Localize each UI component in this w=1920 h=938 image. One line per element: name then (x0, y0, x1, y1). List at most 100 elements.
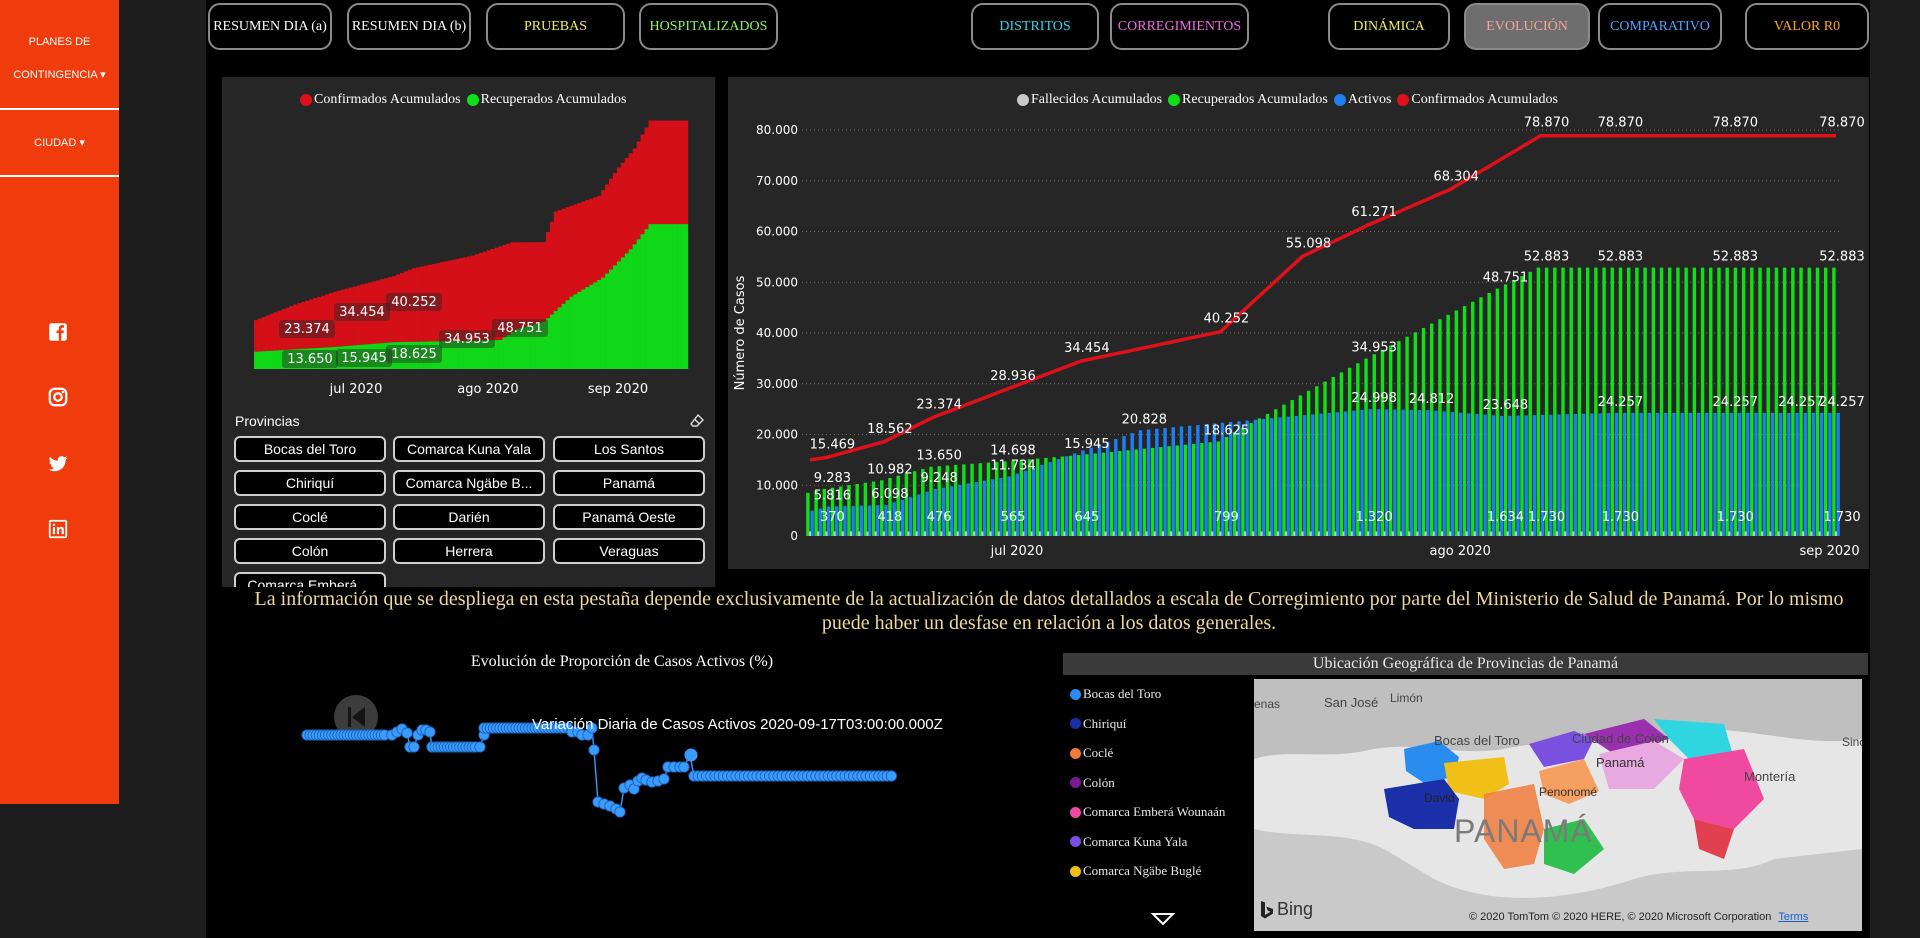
map-legend-dot (1070, 747, 1081, 759)
confirmados-bar (486, 250, 491, 341)
recuperados-bar (1257, 418, 1262, 536)
nav-button-pruebas[interactable]: PRUEBAS (486, 3, 625, 50)
recuperados-bar (636, 239, 641, 369)
confirmados-bar (514, 242, 519, 330)
nav-button-resumen-dia-b-[interactable]: RESUMEN DIA (b) (347, 3, 471, 50)
planes-contingencia-menu[interactable]: PLANES DE CONTINGENCIA ▾ (0, 26, 119, 92)
eraser-icon[interactable] (689, 413, 705, 429)
fallecidos-bar (1063, 531, 1066, 536)
recuperados-bar (896, 475, 900, 536)
fallecidos-bar (1761, 531, 1764, 536)
map-label-limon: Limón (1390, 691, 1423, 705)
provincia-button[interactable]: Darién (393, 504, 545, 530)
provincia-button[interactable]: Colón (234, 538, 386, 564)
activos-data-label: 24.257 (1778, 395, 1824, 410)
activos-data-label: 24.257 (1713, 395, 1759, 410)
provincia-button[interactable]: Herrera (393, 538, 545, 564)
ciudad-menu[interactable]: CIUDAD ▾ (0, 127, 119, 160)
nav-button-distritos[interactable]: DISTRITOS (971, 3, 1099, 50)
fallecidos-bar (1728, 531, 1731, 536)
instagram-icon[interactable] (47, 386, 69, 408)
map-copyright: © 2020 TomTom © 2020 HERE, © 2020 Micros… (1469, 911, 1809, 923)
map-legend-item[interactable]: Coclé (1070, 745, 1113, 761)
confirmados-bar (684, 120, 689, 225)
recuperados-bar (1430, 323, 1434, 536)
sidebar: PLANES DE CONTINGENCIA ▾ CIUDAD ▾ (0, 0, 119, 804)
provincia-button[interactable]: Veraguas (553, 538, 705, 564)
fallecidos-bar (899, 531, 902, 536)
map-legend-item[interactable]: Comarca Emberá Wounaán (1070, 804, 1225, 820)
fallecidos-bar (1703, 531, 1706, 536)
recuperados-bar (1241, 427, 1245, 536)
activos-bar (1146, 429, 1151, 536)
map-terms-link[interactable]: Terms (1778, 911, 1808, 923)
map-label-sinc: Sinc (1842, 735, 1862, 749)
recuperados-bar (863, 482, 868, 536)
provincia-button[interactable]: Chiriquí (234, 470, 386, 496)
recuperados-bar (1323, 381, 1327, 536)
nav-button-hospitalizados[interactable]: HOSPITALIZADOS (639, 3, 778, 50)
recuperados-bar (1175, 445, 1179, 536)
map-legend-item[interactable]: Bocas del Toro (1070, 686, 1161, 702)
fallecidos-bar (1711, 531, 1714, 536)
confirmados-bar (534, 242, 539, 324)
fallecidos-bar (1391, 531, 1394, 536)
fallecidos-data-label: 1.730 (1717, 510, 1754, 525)
recuperados-bar (652, 224, 657, 369)
recuperados-data-label: 52.883 (1819, 250, 1865, 265)
y-tick-label: 50.000 (756, 275, 798, 289)
recuperados-bar (502, 337, 507, 369)
map-legend-item[interactable]: Chiriquí (1070, 716, 1126, 732)
recuperados-bar (1290, 400, 1294, 536)
nav-button-comparativo[interactable]: COMPARATIVO (1598, 3, 1722, 50)
fallecidos-bar (1465, 531, 1468, 536)
map-legend-item[interactable]: Comarca Ngäbe Buglé (1070, 863, 1201, 879)
data-label: 48.751 (497, 321, 543, 336)
fallecidos-bar (1547, 531, 1550, 536)
fallecidos-bar (1022, 531, 1025, 536)
recuperados-bar (1659, 267, 1664, 536)
confirmados-bar (573, 204, 578, 295)
activos-bar (1105, 441, 1110, 536)
nav-button-din-mica[interactable]: DINÁMICA (1328, 3, 1450, 50)
facebook-icon[interactable] (47, 321, 69, 343)
recuperados-bar (569, 296, 574, 369)
fallecidos-bar (841, 531, 844, 536)
nav-button-valor-r0[interactable]: VALOR R0 (1745, 3, 1869, 50)
provincia-button[interactable]: Comarca Kuna Yala (393, 436, 545, 462)
confirmados-bar (459, 258, 464, 341)
confirmados-bar (553, 211, 559, 311)
provincia-button[interactable]: Comarca Ngäbe B... (393, 470, 545, 496)
recuperados-bar (605, 273, 610, 369)
provincia-button[interactable]: Coclé (234, 504, 386, 530)
provincia-button[interactable]: Bocas del Toro (234, 436, 386, 462)
activos-bar (1450, 412, 1455, 536)
activos-bar (1311, 414, 1315, 536)
map-legend-item[interactable]: Comarca Kuna Yala (1070, 834, 1187, 850)
fallecidos-bar (1506, 531, 1509, 536)
activos-bar (1795, 412, 1799, 536)
map-legend-item[interactable]: Colón (1070, 775, 1115, 791)
fallecidos-bar (1129, 531, 1132, 536)
nav-button-resumen-dia-a-[interactable]: RESUMEN DIA (a) (208, 3, 332, 50)
provincia-button[interactable]: Panamá (553, 470, 705, 496)
nav-button-corregimientos[interactable]: CORREGIMIENTOS (1110, 3, 1249, 50)
provincia-button[interactable]: Los Santos (553, 436, 705, 462)
linkedin-icon[interactable] (47, 518, 69, 540)
recuperados-bar (261, 351, 267, 369)
map-label-colon: Ciudad de Colón (1572, 731, 1669, 746)
provincia-button[interactable]: Comarca Emberá ... (234, 572, 386, 587)
proportion-point (424, 726, 436, 738)
activos-bar (1778, 412, 1783, 536)
fallecidos-bar (874, 531, 877, 536)
panama-map[interactable]: San José enas Limón Bocas del Toro Ciuda… (1254, 679, 1862, 931)
twitter-icon[interactable] (47, 452, 69, 474)
chevron-down-icon[interactable] (1151, 912, 1175, 926)
x-tick-label: sep 2020 (588, 382, 648, 397)
confirmados-data-label: 78.870 (1524, 116, 1570, 131)
map-legend-label: Comarca Kuna Yala (1083, 833, 1188, 849)
activos-bar (1573, 413, 1578, 536)
provincia-button[interactable]: Panamá Oeste (553, 504, 705, 530)
map-label-enas: enas (1254, 697, 1281, 711)
nav-button-evoluci-n[interactable]: EVOLUCIÓN (1464, 3, 1590, 50)
